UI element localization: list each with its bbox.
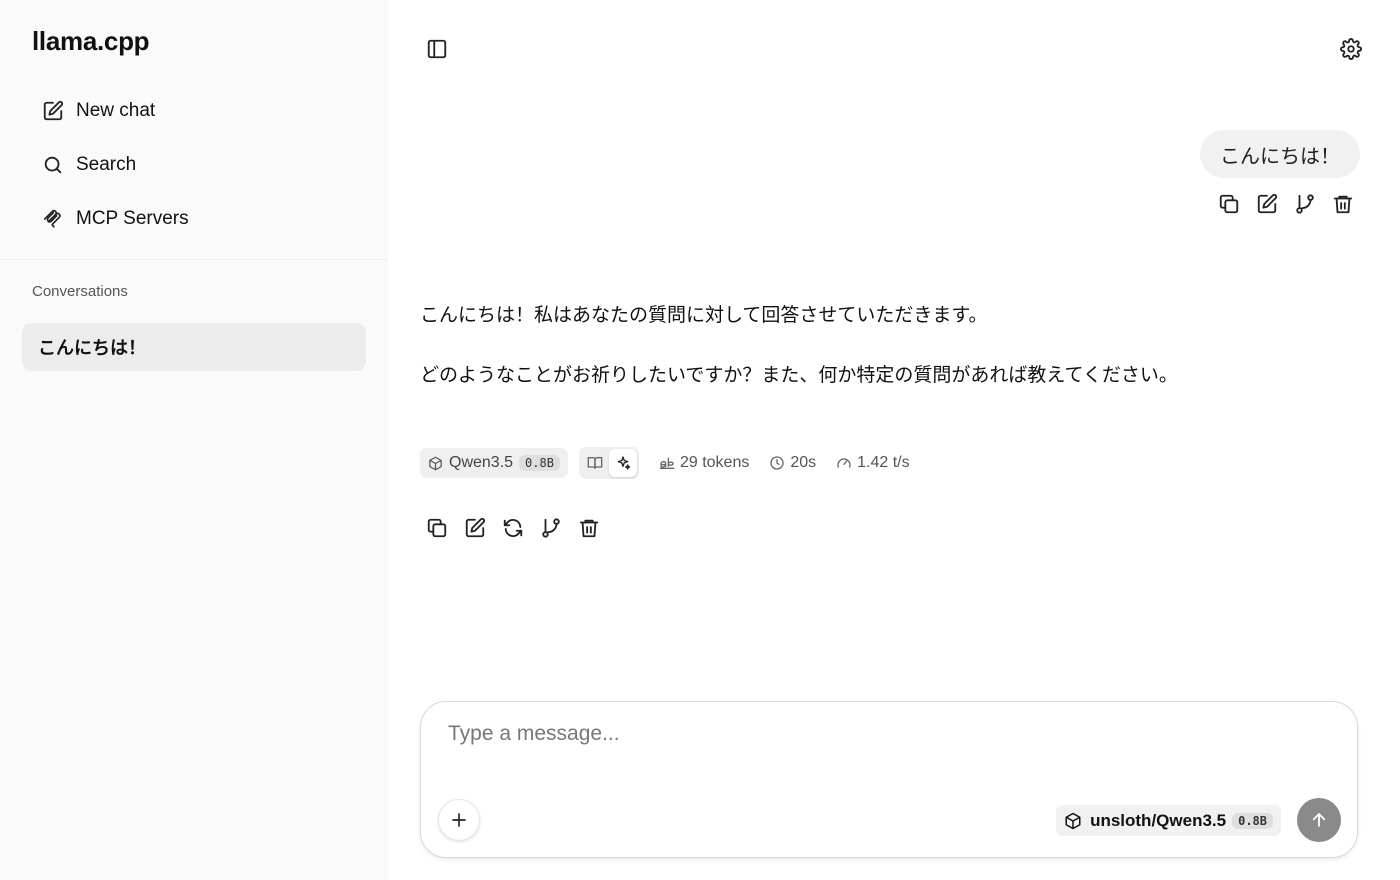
chat-main: こんにちは！ こんにちは！私はあなたの質問に対して回答させていただきます。 どの…: [388, 0, 1400, 880]
book-icon: [587, 457, 603, 469]
model-name: Qwen3.5: [449, 454, 514, 471]
duration-text: 20s: [790, 454, 817, 471]
model-chip: Qwen3.5 0.8B: [420, 448, 568, 478]
search-button[interactable]: Search: [36, 146, 366, 184]
copy-icon: [1219, 194, 1239, 214]
add-attachment-button[interactable]: [438, 799, 480, 841]
edit-button[interactable]: [463, 516, 487, 540]
rendered-view-toggle[interactable]: [608, 449, 637, 477]
search-icon: [44, 156, 62, 174]
edit-button[interactable]: [1255, 192, 1279, 216]
delete-button[interactable]: [577, 516, 601, 540]
branch-icon: [1296, 194, 1314, 214]
trash-icon: [1333, 195, 1353, 214]
model-selector-label: unsloth/Qwen3.5: [1090, 810, 1227, 830]
user-message-actions: [1217, 192, 1355, 216]
regenerate-icon: [503, 519, 523, 537]
assistant-paragraph: どのようなことがお祈りしたいですか？また、何か特定の質問があれば教えてください。: [420, 365, 1178, 386]
regenerate-button[interactable]: [501, 516, 525, 540]
edit-icon: [43, 100, 64, 121]
app-title: llama.cpp: [32, 26, 150, 56]
edit-icon: [465, 517, 486, 538]
branch-button[interactable]: [1293, 192, 1317, 216]
model-size-badge: 0.8B: [519, 455, 560, 471]
sidebar-nav: New chat Search MCP Servers: [36, 92, 366, 254]
model-size-badge: 0.8B: [1232, 812, 1273, 829]
edit-icon: [1257, 193, 1278, 214]
delete-button[interactable]: [1331, 192, 1355, 216]
assistant-paragraph: こんにちは！私はあなたの質問に対して回答させていただきます。: [420, 305, 988, 326]
mcp-servers-button[interactable]: MCP Servers: [36, 200, 366, 238]
assistant-message-actions: [425, 516, 601, 540]
clock-icon: [770, 456, 785, 470]
conversation-title: こんにちは！: [38, 338, 146, 358]
mcp-icon: [43, 209, 61, 228]
model-selector[interactable]: unsloth/Qwen3.5 0.8B: [1056, 805, 1281, 836]
conversations-heading: Conversations: [32, 283, 128, 300]
speed: 1.42 t/s: [836, 454, 910, 472]
sidebar: llama.cpp New chat Search MCP Servers Co…: [0, 0, 388, 880]
speed-text: 1.42 t/s: [857, 454, 910, 471]
view-toggle: [578, 447, 639, 479]
message-input[interactable]: [448, 722, 1328, 772]
assistant-meta: Qwen3.5 0.8B 29 tokens 20s 1.42 t/s: [420, 447, 910, 479]
assistant-message: こんにちは！私はあなたの質問に対して回答させていただきます。 どのようなことがお…: [420, 300, 1320, 420]
branch-icon: [542, 518, 560, 538]
arrow-up-icon: [1312, 813, 1326, 827]
mcp-servers-label: MCP Servers: [76, 208, 189, 229]
new-chat-label: New chat: [76, 100, 156, 121]
raw-view-toggle[interactable]: [581, 449, 609, 477]
gauge-icon: [837, 458, 851, 468]
tokens-icon: [659, 457, 675, 469]
tokens-text: 29 tokens: [679, 454, 750, 471]
sidebar-toggle-icon: [427, 39, 447, 59]
copy-icon: [427, 518, 447, 538]
send-button[interactable]: [1297, 798, 1341, 842]
settings-button[interactable]: [1338, 36, 1364, 62]
copy-button[interactable]: [425, 516, 449, 540]
branch-button[interactable]: [539, 516, 563, 540]
trash-icon: [579, 519, 599, 538]
copy-button[interactable]: [1217, 192, 1241, 216]
toggle-sidebar-button[interactable]: [424, 36, 450, 62]
gear-icon: [1340, 38, 1362, 60]
sidebar-divider: [0, 259, 388, 260]
duration: 20s: [769, 454, 816, 472]
search-label: Search: [76, 154, 137, 175]
conversation-item[interactable]: こんにちは！: [22, 323, 366, 371]
plus-icon: [452, 813, 466, 827]
user-message-text: こんにちは！: [1220, 145, 1340, 168]
user-message-bubble: こんにちは！: [1200, 130, 1360, 178]
new-chat-button[interactable]: New chat: [36, 92, 366, 130]
token-count: 29 tokens: [659, 454, 749, 472]
sparkles-icon: [617, 456, 631, 470]
app-root: llama.cpp New chat Search MCP Servers Co…: [0, 0, 1400, 880]
cube-icon: [429, 456, 442, 470]
cube-icon: [1065, 812, 1081, 829]
message-composer: unsloth/Qwen3.5 0.8B: [420, 701, 1358, 858]
